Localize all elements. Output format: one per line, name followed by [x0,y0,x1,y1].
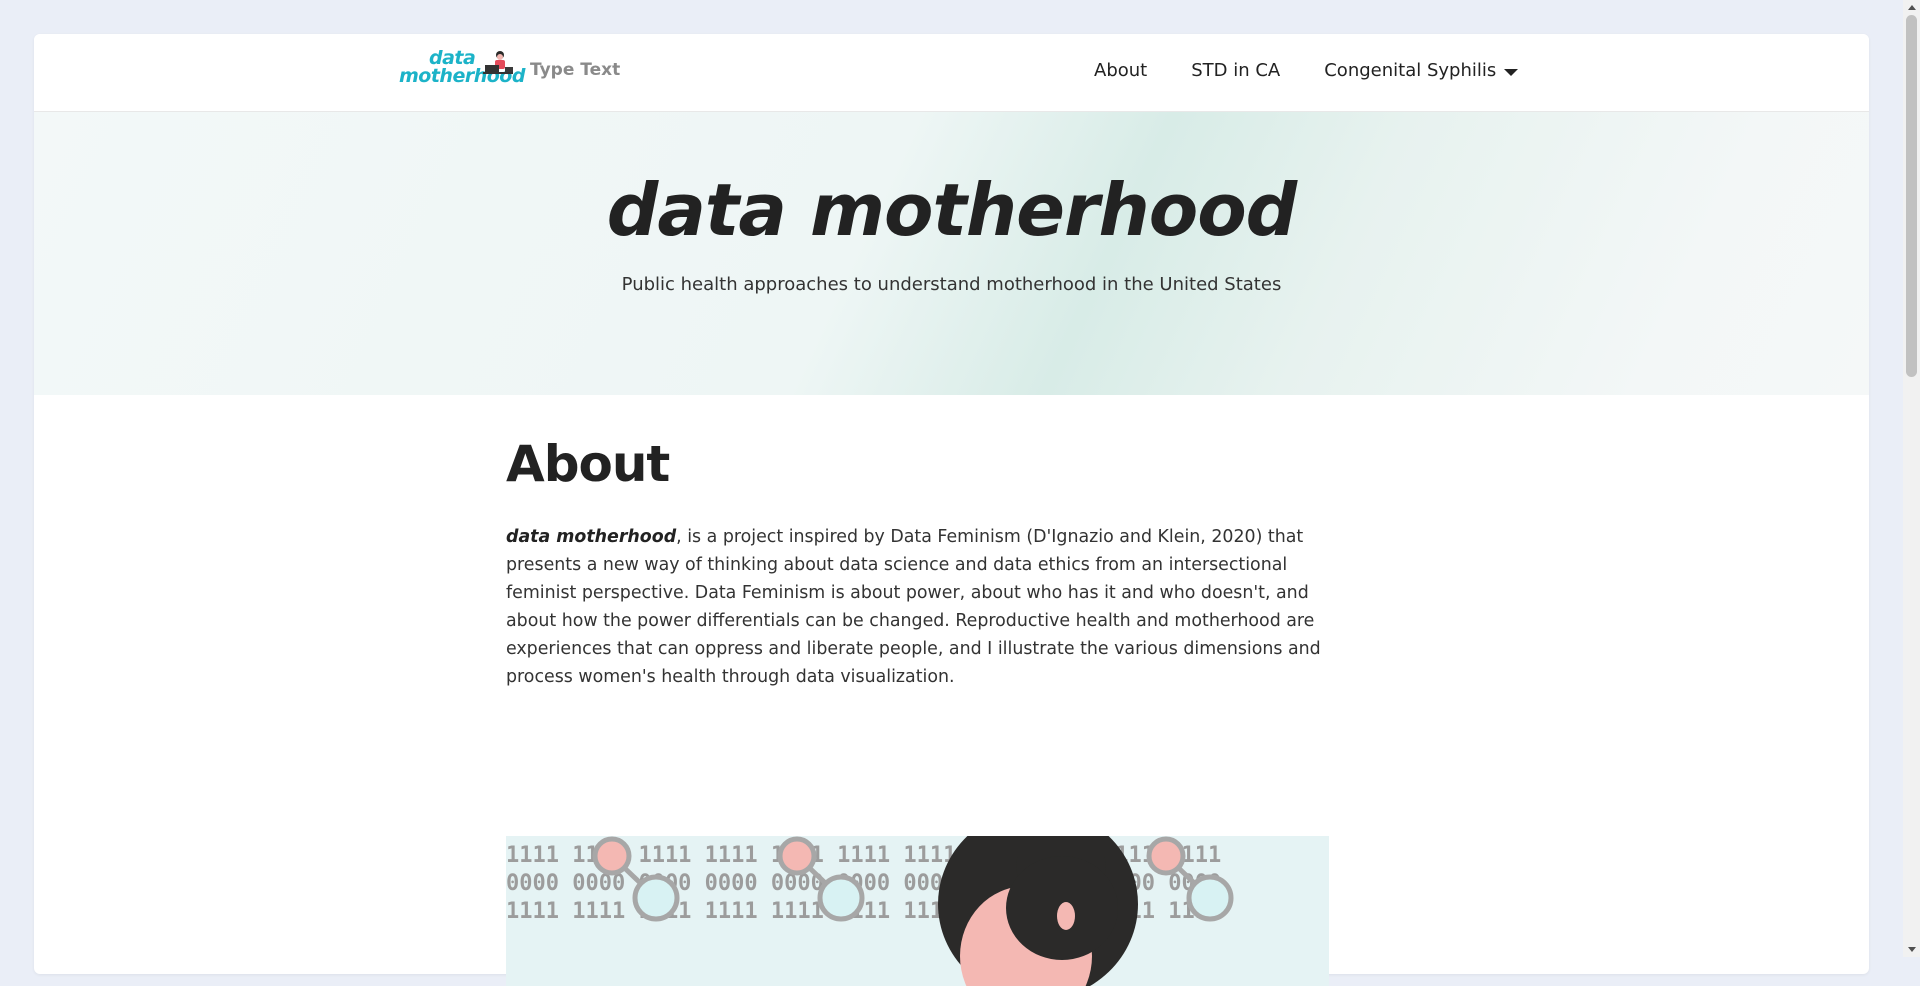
nav-link-std-in-ca[interactable]: STD in CA [1191,60,1280,81]
hero-subtitle: Public health approaches to understand m… [621,274,1282,295]
site-tagline: Type Text [530,60,621,80]
nav-dropdown-congenital-syphilis[interactable]: Congenital Syphilis [1324,60,1519,81]
navbar: data motherhood Type Text About STD in C… [34,34,1869,112]
about-body: , is a project inspired by Data Feminism… [506,527,1321,687]
nav-link-about-label: About [1094,60,1148,81]
hero-title: data motherhood [606,168,1297,252]
site-logo[interactable]: data motherhood [399,49,525,91]
nav-links: About STD in CA Congenital Syphilis [1094,60,1562,81]
nav-link-std-in-ca-label: STD in CA [1191,60,1281,81]
page-scrollbar[interactable] [1903,0,1920,957]
nav-link-about[interactable]: About [1094,60,1147,81]
scroll-up-icon[interactable] [1908,5,1916,10]
caret-down-icon [1504,68,1519,76]
about-lead-bold: data motherhood [506,527,677,547]
nav-dropdown-label: Congenital Syphilis [1324,60,1497,81]
about-paragraph: data motherhood, is a project inspired b… [506,523,1323,691]
woman-figure [938,836,1138,986]
person-at-laptop-icon [483,51,513,74]
scroll-down-icon[interactable] [1908,947,1916,952]
hero-banner: data motherhood Public health approaches… [34,112,1869,395]
about-heading: About [506,435,670,493]
data-feminism-illustration: 1111 1111 1111 1111 1111 1111 1111 1111 … [506,836,1329,986]
about-section: About data motherhood, is a project insp… [506,435,1323,691]
binary-network-illustration: 1111 1111 1111 1111 1111 1111 1111 1111 … [506,836,1234,986]
scrollbar-thumb[interactable] [1906,15,1917,377]
